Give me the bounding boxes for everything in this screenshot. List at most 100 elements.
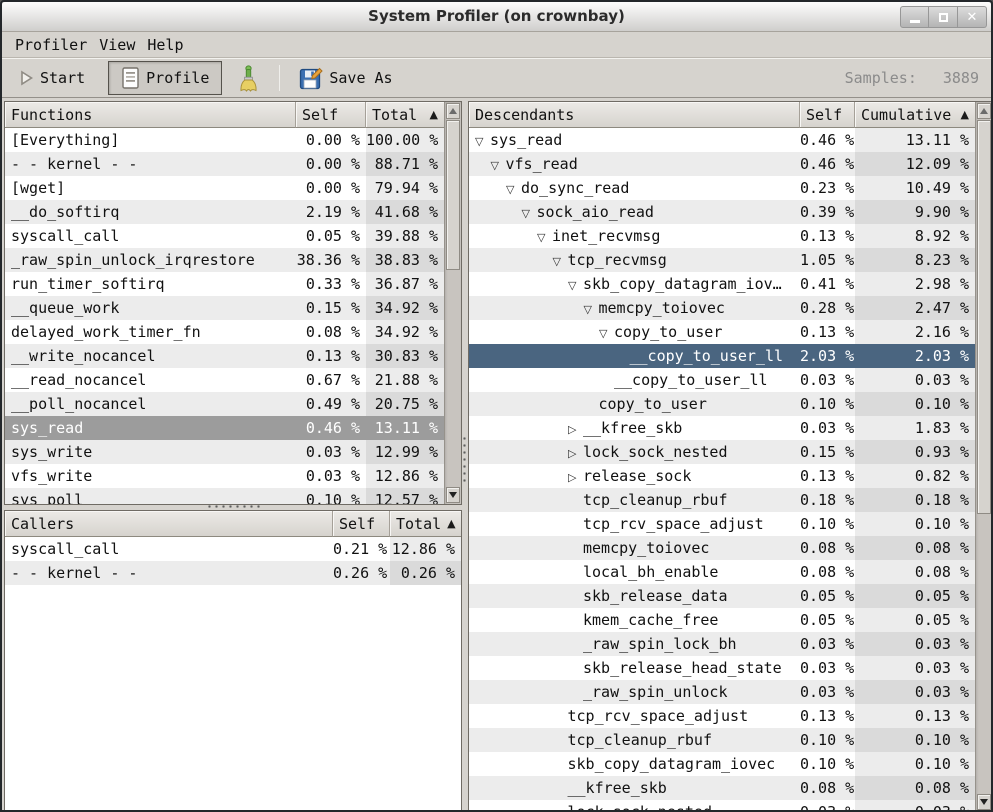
self-value: 0.00 % — [296, 152, 366, 176]
self-column-header[interactable]: Self — [296, 102, 366, 128]
function-row[interactable]: _raw_spin_unlock_irqrestore38.36 %38.83 … — [5, 248, 444, 272]
profile-button[interactable]: Profile — [108, 61, 222, 95]
caller-row[interactable]: - - kernel - -0.26 %0.26 % — [5, 561, 461, 585]
function-row[interactable]: sys_poll0.10 %12.57 % — [5, 488, 444, 504]
scrollbar-thumb[interactable] — [977, 120, 991, 514]
descendant-row[interactable]: ▽sys_read0.46 %13.11 % — [469, 128, 975, 152]
expander-expanded-icon[interactable]: ▽ — [491, 154, 506, 176]
descendant-row[interactable]: ▷__kfree_skb0.03 %1.83 % — [469, 416, 975, 440]
descendant-name: tcp_rcv_space_adjust — [568, 707, 749, 725]
vertical-splitter-handle[interactable] — [462, 435, 467, 483]
function-row[interactable]: __read_nocancel0.67 %21.88 % — [5, 368, 444, 392]
descendant-row[interactable]: skb_release_data0.05 %0.05 % — [469, 584, 975, 608]
function-row[interactable]: - - kernel - -0.00 %88.71 % — [5, 152, 444, 176]
descendant-row[interactable]: __copy_to_user_ll2.03 %2.03 % — [469, 344, 975, 368]
reset-profile-button[interactable] — [228, 59, 269, 98]
menu-profiler[interactable]: Profiler — [9, 34, 93, 56]
descendant-row[interactable]: _raw_spin_unlock0.03 %0.03 % — [469, 680, 975, 704]
descendants-column-header[interactable]: Descendants — [469, 102, 800, 128]
function-row[interactable]: sys_read0.46 %13.11 % — [5, 416, 444, 440]
self-column-header[interactable]: Self — [800, 102, 855, 128]
descendant-row[interactable]: lock_sock_nested0.03 %0.03 % — [469, 800, 975, 811]
callers-column-header[interactable]: Callers — [5, 511, 333, 537]
total-column-header[interactable]: Total▲ — [366, 102, 444, 128]
descendant-row[interactable]: skb_release_head_state0.03 %0.03 % — [469, 656, 975, 680]
self-value: 1.05 % — [800, 248, 855, 272]
menu-help[interactable]: Help — [141, 34, 189, 56]
descendant-row[interactable]: tcp_cleanup_rbuf0.18 %0.18 % — [469, 488, 975, 512]
function-row[interactable]: vfs_write0.03 %12.86 % — [5, 464, 444, 488]
descendant-row[interactable]: skb_copy_datagram_iovec0.10 %0.10 % — [469, 752, 975, 776]
minimize-button[interactable] — [900, 6, 929, 28]
function-row[interactable]: __write_nocancel0.13 %30.83 % — [5, 344, 444, 368]
descendant-row[interactable]: __kfree_skb0.08 %0.08 % — [469, 776, 975, 800]
self-column-header[interactable]: Self — [333, 511, 390, 537]
descendant-row[interactable]: ▷release_sock0.13 %0.82 % — [469, 464, 975, 488]
scroll-up-button[interactable] — [977, 103, 991, 119]
expander-expanded-icon[interactable]: ▽ — [475, 130, 490, 152]
expander-expanded-icon[interactable]: ▽ — [537, 226, 552, 248]
functions-column-header[interactable]: Functions — [5, 102, 296, 128]
descendant-row[interactable]: ▽memcpy_toiovec0.28 %2.47 % — [469, 296, 975, 320]
scroll-up-button[interactable] — [446, 103, 460, 119]
expander-expanded-icon[interactable]: ▽ — [506, 178, 521, 200]
self-value: 0.13 % — [800, 320, 855, 344]
descendant-row[interactable]: local_bh_enable0.08 %0.08 % — [469, 560, 975, 584]
function-row[interactable]: [wget]0.00 %79.94 % — [5, 176, 444, 200]
function-row[interactable]: [Everything]0.00 %100.00 % — [5, 128, 444, 152]
expander-collapsed-icon[interactable]: ▷ — [568, 442, 583, 464]
self-value: 0.05 % — [800, 608, 855, 632]
expander-expanded-icon[interactable]: ▽ — [553, 250, 568, 272]
descendant-row[interactable]: tcp_cleanup_rbuf0.10 %0.10 % — [469, 728, 975, 752]
descendant-row[interactable]: copy_to_user0.10 %0.10 % — [469, 392, 975, 416]
scroll-down-button[interactable] — [446, 487, 460, 503]
descendant-row[interactable]: memcpy_toiovec0.08 %0.08 % — [469, 536, 975, 560]
functions-scrollbar[interactable] — [444, 102, 461, 504]
function-row[interactable]: syscall_call0.05 %39.88 % — [5, 224, 444, 248]
start-button[interactable]: Start — [10, 63, 94, 93]
descendant-row[interactable]: kmem_cache_free0.05 %0.05 % — [469, 608, 975, 632]
descendant-row[interactable]: tcp_rcv_space_adjust0.13 %0.13 % — [469, 704, 975, 728]
cumulative-column-header[interactable]: Cumulative▲ — [855, 102, 975, 128]
function-row[interactable]: run_timer_softirq0.33 %36.87 % — [5, 272, 444, 296]
save-as-button[interactable]: Save As — [290, 60, 401, 96]
descendant-row[interactable]: _raw_spin_lock_bh0.03 %0.03 % — [469, 632, 975, 656]
close-button[interactable]: ✕ — [958, 6, 987, 28]
descendant-row[interactable]: ▽copy_to_user0.13 %2.16 % — [469, 320, 975, 344]
scroll-down-button[interactable] — [977, 794, 991, 810]
expander-collapsed-icon[interactable]: ▷ — [568, 418, 583, 440]
self-value: 0.03 % — [800, 680, 855, 704]
descendant-row[interactable]: ▽sock_aio_read0.39 %9.90 % — [469, 200, 975, 224]
function-row[interactable]: sys_write0.03 %12.99 % — [5, 440, 444, 464]
descendant-row[interactable]: ▽do_sync_read0.23 %10.49 % — [469, 176, 975, 200]
descendant-name: do_sync_read — [521, 179, 629, 197]
expander-collapsed-icon[interactable]: ▷ — [568, 466, 583, 488]
expander-expanded-icon[interactable]: ▽ — [599, 322, 614, 344]
function-row[interactable]: __queue_work0.15 %34.92 % — [5, 296, 444, 320]
descendants-scrollbar[interactable] — [975, 102, 992, 811]
horizontal-splitter-handle[interactable] — [206, 504, 262, 509]
expander-expanded-icon[interactable]: ▽ — [584, 298, 599, 320]
descendant-row[interactable]: tcp_rcv_space_adjust0.10 %0.10 % — [469, 512, 975, 536]
descendant-row[interactable]: ▽skb_copy_datagram_iov…0.41 %2.98 % — [469, 272, 975, 296]
function-row[interactable]: delayed_work_timer_fn0.08 %34.92 % — [5, 320, 444, 344]
descendant-name: skb_release_head_state — [583, 659, 782, 677]
total-value: 30.83 % — [366, 344, 444, 368]
descendant-row[interactable]: __copy_to_user_ll0.03 %0.03 % — [469, 368, 975, 392]
maximize-button[interactable] — [929, 6, 958, 28]
function-row[interactable]: __poll_nocancel0.49 %20.75 % — [5, 392, 444, 416]
scrollbar-thumb[interactable] — [446, 120, 460, 270]
total-column-header[interactable]: Total▲ — [390, 511, 461, 537]
caller-row[interactable]: syscall_call0.21 %12.86 % — [5, 537, 461, 561]
menu-view[interactable]: View — [93, 34, 141, 56]
expander-expanded-icon[interactable]: ▽ — [522, 202, 537, 224]
descendant-row[interactable]: ▽tcp_recvmsg1.05 %8.23 % — [469, 248, 975, 272]
expander-expanded-icon[interactable]: ▽ — [568, 274, 583, 296]
titlebar[interactable]: System Profiler (on crownbay) ✕ — [2, 2, 991, 32]
self-value: 0.39 % — [800, 200, 855, 224]
descendant-row[interactable]: ▽vfs_read0.46 %12.09 % — [469, 152, 975, 176]
descendant-row[interactable]: ▷lock_sock_nested0.15 %0.93 % — [469, 440, 975, 464]
function-row[interactable]: __do_softirq2.19 %41.68 % — [5, 200, 444, 224]
descendant-row[interactable]: ▽inet_recvmsg0.13 %8.92 % — [469, 224, 975, 248]
cumulative-value: 8.92 % — [855, 224, 975, 248]
